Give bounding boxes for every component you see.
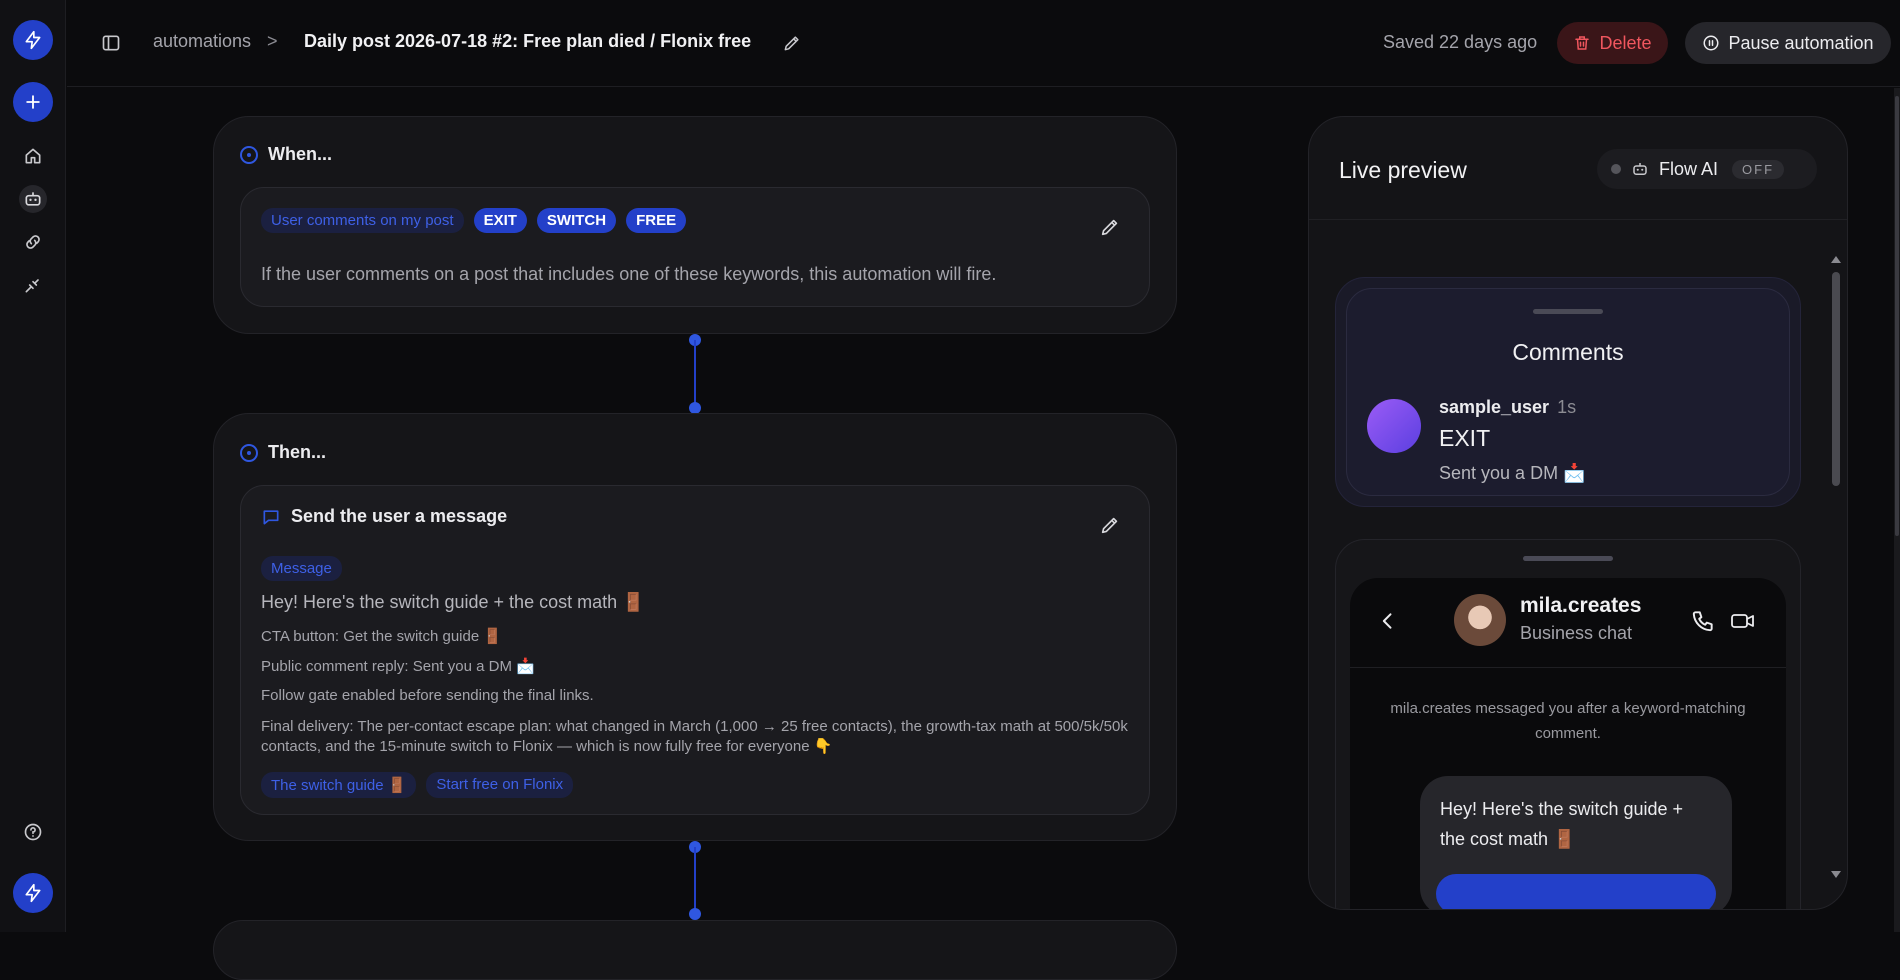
preview-scrollbar[interactable] (1829, 252, 1841, 882)
flow-ai-state-badge: OFF (1732, 159, 1785, 179)
breadcrumb-automations[interactable]: automations (153, 31, 251, 52)
when-heading: When... (240, 144, 332, 165)
dm-subtitle: Business chat (1520, 623, 1633, 643)
home-icon[interactable] (19, 142, 47, 170)
sheet-handle (1523, 556, 1613, 561)
flow-ai-toggle[interactable]: Flow AI OFF (1597, 149, 1817, 189)
dm-cta-button[interactable] (1436, 874, 1716, 909)
trash-icon (1575, 36, 1590, 50)
video-call-icon[interactable] (1730, 610, 1756, 637)
phone-icon[interactable] (1690, 608, 1716, 639)
keyword-chip: SWITCH (536, 208, 617, 233)
comment-text: EXIT (1439, 425, 1491, 451)
link-chip[interactable]: The switch guide 🚪 (261, 772, 417, 798)
trigger-chips: User comments on my post EXIT SWITCH FRE… (261, 208, 687, 233)
edit-trigger-pencil-icon[interactable] (1099, 216, 1121, 243)
avatar (1367, 399, 1421, 453)
comments-title: Comments (1512, 339, 1624, 365)
dm-name: mila.creates (1520, 594, 1642, 617)
action-title-row: Send the user a message (261, 506, 507, 527)
link-icon[interactable] (19, 228, 47, 256)
account-bolt-icon[interactable] (13, 873, 53, 913)
connector-line (694, 847, 696, 914)
back-chevron-icon[interactable] (1378, 610, 1398, 637)
scroll-down-arrow-icon[interactable] (1831, 871, 1841, 878)
dm-preview: mila.creates Business chat mila.creates … (1335, 539, 1801, 909)
public-reply-line: Public comment reply: Sent you a DM 📩 (261, 658, 535, 675)
action-title: Send the user a message (291, 506, 508, 526)
pause-icon (1703, 35, 1719, 51)
comments-preview: Comments sample_user 1s EXIT Sent you a D… (1335, 277, 1801, 507)
edit-title-pencil-icon[interactable] (782, 33, 802, 58)
follow-gate-line: Follow gate enabled before sending the f… (261, 687, 594, 704)
message-icon (263, 509, 279, 524)
top-bar: automations > Daily post 2026-07-18 #2: … (67, 0, 1900, 87)
flow-ai-label: Flow AI (1659, 158, 1719, 179)
dm-message-bubble: Hey! Here's the switch guide + the cost … (1420, 776, 1732, 909)
comments-sheet: Comments sample_user 1s EXIT Sent you a D… (1346, 288, 1790, 496)
integrations-plug-icon[interactable] (19, 271, 47, 299)
scroll-up-arrow-icon[interactable] (1831, 256, 1841, 263)
comment-user: sample_user 1s (1439, 397, 1576, 418)
pause-automation-button[interactable]: Pause automation (1685, 22, 1891, 64)
divider (1309, 219, 1847, 220)
page-scrollbar[interactable] (1894, 88, 1900, 932)
delete-label: Delete (1599, 32, 1652, 53)
final-delivery-line: Final delivery: The per-contact escape p… (261, 718, 1128, 755)
phone-screen: mila.creates Business chat mila.creates … (1350, 578, 1786, 909)
preview-title: Live preview (1339, 157, 1467, 183)
when-card: When... User comments on my post EXIT SW… (213, 116, 1177, 334)
then-heading: Then... (240, 442, 326, 463)
keyword-chip: FREE (626, 208, 687, 233)
pause-label: Pause automation (1728, 32, 1874, 53)
saved-status: Saved 22 days ago (1383, 32, 1538, 52)
cta-line: CTA button: Get the switch guide 🚪 (261, 628, 503, 645)
trigger-type-chip: User comments on my post (261, 208, 464, 233)
trigger-description: If the user comments on a post that incl… (261, 264, 997, 284)
edit-action-pencil-icon[interactable] (1099, 514, 1121, 541)
comment-time: 1s (1557, 397, 1577, 417)
when-heading-label: When... (268, 144, 332, 164)
logo-bolt-icon[interactable] (13, 20, 53, 60)
message-text: Hey! Here's the switch guide + the cost … (261, 592, 645, 612)
trigger-box[interactable]: User comments on my post EXIT SWITCH FRE… (240, 187, 1150, 307)
link-chip[interactable]: Start free on Flonix (426, 772, 574, 798)
link-chips: The switch guide 🚪 Start free on Flonix (261, 772, 574, 798)
scroll-thumb[interactable] (1832, 272, 1840, 486)
target-icon (240, 443, 258, 462)
next-card (213, 920, 1177, 980)
dm-header: mila.creates Business chat (1350, 578, 1786, 668)
sheet-handle (1533, 309, 1603, 314)
status-dot (1611, 164, 1621, 174)
dm-system-note: mila.creates messaged you after a keywor… (1390, 700, 1746, 742)
delete-button[interactable]: Delete (1557, 22, 1668, 64)
connector-dot (689, 908, 701, 920)
sidebar-toggle-icon[interactable] (101, 33, 121, 58)
sidebar (0, 0, 66, 932)
message-tag: Message (261, 556, 342, 581)
page-title: Daily post 2026-07-18 #2: Free plan died… (304, 31, 752, 51)
breadcrumb-separator: > (267, 31, 278, 51)
then-heading-label: Then... (268, 442, 326, 462)
comment-username: sample_user (1439, 397, 1550, 417)
keyword-chip: EXIT (473, 208, 527, 233)
bot-icon (1633, 163, 1647, 175)
automations-bot-icon[interactable] (19, 185, 47, 213)
help-icon[interactable] (19, 818, 47, 846)
dm-message-text: Hey! Here's the switch guide + the cost … (1440, 799, 1684, 849)
target-icon (240, 145, 258, 164)
connector-line (694, 340, 696, 407)
new-automation-button[interactable] (13, 82, 53, 122)
avatar (1454, 594, 1506, 646)
action-box[interactable]: Send the user a message Message Hey! Her… (240, 485, 1150, 815)
then-card: Then... Send the user a message Message … (213, 413, 1177, 841)
live-preview-panel: Live preview Flow AI OFF Comments sample… (1308, 116, 1848, 910)
comment-reply: Sent you a DM 📩 (1439, 463, 1586, 483)
